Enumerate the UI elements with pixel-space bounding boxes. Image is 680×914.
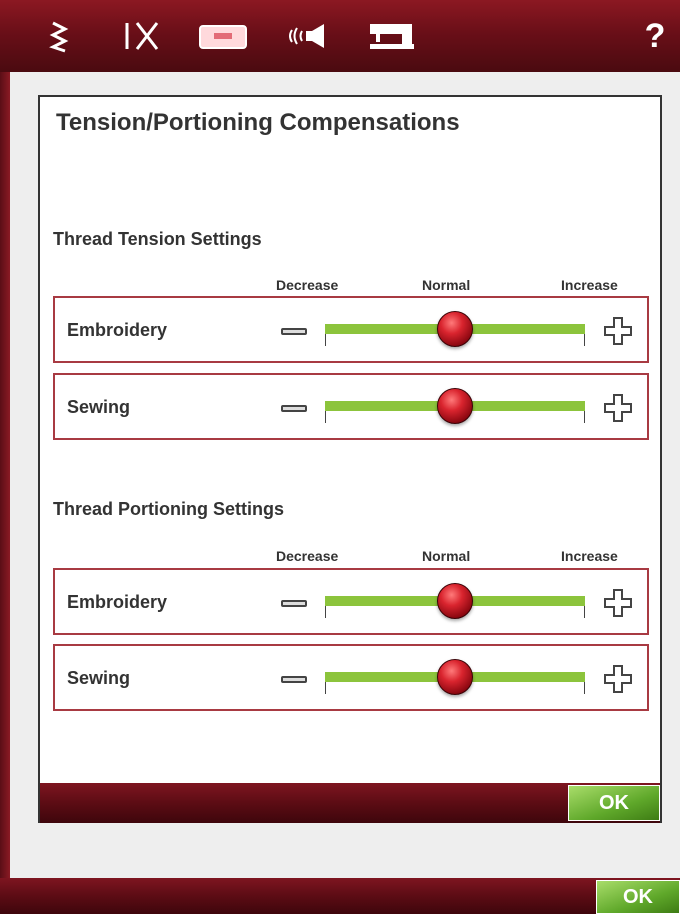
slider-knob[interactable]	[437, 583, 473, 619]
tick-max	[584, 411, 585, 423]
sewing-machine-icon[interactable]	[366, 16, 418, 56]
setting-row-tension-sewing: Sewing	[53, 373, 649, 440]
minus-icon	[281, 404, 307, 412]
decrease-button[interactable]	[279, 592, 309, 614]
tick-max	[584, 682, 585, 694]
decrease-button[interactable]	[279, 320, 309, 342]
scale-label-decrease: Decrease	[276, 277, 339, 293]
increase-button[interactable]	[601, 662, 635, 696]
decrease-button[interactable]	[279, 397, 309, 419]
page-title: Tension/Portioning Compensations	[56, 109, 460, 136]
left-frame	[0, 0, 10, 914]
tick-min	[325, 606, 326, 618]
dialog-ok-button[interactable]: OK	[568, 785, 660, 821]
setting-label: Sewing	[67, 668, 131, 688]
minus-icon	[281, 599, 307, 607]
sound-icon[interactable]	[286, 16, 332, 56]
setting-row-portioning-embroidery: Embroidery	[53, 568, 649, 635]
bottom-bar: OK	[0, 878, 680, 914]
scissors-icon[interactable]	[118, 16, 164, 56]
section-heading-portioning: Thread Portioning Settings	[53, 499, 285, 519]
section-heading-tension: Thread Tension Settings	[53, 229, 262, 249]
plus-icon	[604, 589, 632, 617]
scale-label-normal: Normal	[422, 548, 471, 564]
top-toolbar: ?	[0, 0, 680, 72]
scale-label-normal: Normal	[422, 277, 471, 293]
increase-button[interactable]	[601, 314, 635, 348]
slider-knob[interactable]	[437, 388, 473, 424]
setting-label: Sewing	[67, 397, 131, 417]
help-button[interactable]: ?	[640, 16, 670, 56]
tick-min	[325, 682, 326, 694]
scale-label-decrease: Decrease	[276, 548, 339, 564]
setting-row-tension-embroidery: Embroidery	[53, 296, 649, 363]
scale-label-increase: Increase	[561, 548, 618, 564]
slider-knob[interactable]	[437, 311, 473, 347]
increase-button[interactable]	[601, 391, 635, 425]
tick-min	[325, 334, 326, 346]
increase-button[interactable]	[601, 586, 635, 620]
minus-icon	[281, 675, 307, 683]
setting-label: Embroidery	[67, 320, 168, 340]
main-ok-button[interactable]: OK	[596, 880, 680, 914]
slider-knob[interactable]	[437, 659, 473, 695]
tick-max	[584, 334, 585, 346]
decrease-button[interactable]	[279, 668, 309, 690]
compensation-dialog: Tension/Portioning Compensations Thread …	[38, 95, 662, 823]
setting-label: Embroidery	[67, 592, 168, 612]
setting-row-portioning-sewing: Sewing	[53, 644, 649, 711]
dialog-footer: OK	[40, 783, 660, 823]
scale-label-increase: Increase	[561, 277, 618, 293]
embroidery-hoop-icon[interactable]	[196, 16, 250, 56]
plus-icon	[604, 665, 632, 693]
tick-max	[584, 606, 585, 618]
tick-min	[325, 411, 326, 423]
zigzag-stitch-icon[interactable]	[44, 16, 74, 56]
minus-icon	[281, 327, 307, 335]
plus-icon	[604, 394, 632, 422]
plus-icon	[604, 317, 632, 345]
